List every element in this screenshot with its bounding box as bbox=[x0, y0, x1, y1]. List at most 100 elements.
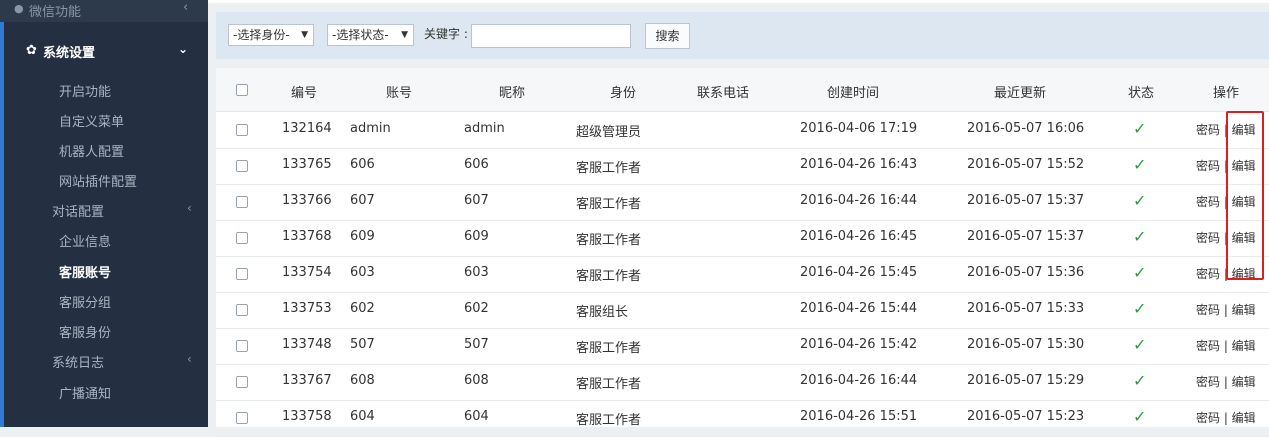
header-created: 创建时间 bbox=[827, 86, 880, 101]
cell-id: 133758 bbox=[282, 409, 332, 424]
sidebar-item-company-info[interactable]: 企业信息 bbox=[59, 231, 208, 257]
status-select[interactable]: -选择状态- ▼ bbox=[327, 24, 414, 46]
cell-identity: 客服工作者 bbox=[576, 233, 642, 248]
cell-updated: 2016-05-07 15:23 bbox=[967, 409, 1085, 424]
keyword-input[interactable] bbox=[471, 24, 631, 48]
header-identity: 身份 bbox=[610, 86, 637, 101]
table-row: 133753 602 602 客服组长 2016-04-26 15:44 2016-05-… bbox=[216, 292, 1269, 329]
cell-account: 507 bbox=[350, 337, 375, 352]
row-actions[interactable]: 密码 | 编辑 bbox=[1196, 373, 1256, 390]
table-row: 132164 admin admin 超级管理员 2016-04-06 17:19 201… bbox=[216, 112, 1269, 149]
cell-created: 2016-04-26 15:45 bbox=[800, 265, 918, 280]
header-account: 账号 bbox=[386, 86, 413, 101]
wechat-icon: ● bbox=[14, 2, 24, 15]
edit-column-highlight bbox=[1226, 111, 1264, 280]
status-check-icon: ✓ bbox=[1133, 335, 1147, 354]
status-check-icon: ✓ bbox=[1133, 263, 1147, 282]
cell-identity: 客服工作者 bbox=[576, 161, 642, 176]
row-checkbox[interactable] bbox=[236, 196, 248, 208]
filter-bar: -选择身份- ▼ -选择状态- ▼ 关键字 : 搜索 bbox=[216, 12, 1269, 59]
sidebar-item-service-identity[interactable]: 客服身份 bbox=[59, 322, 208, 348]
cell-identity: 客服工作者 bbox=[576, 413, 642, 428]
chevron-left-icon: ‹ bbox=[187, 352, 192, 366]
sidebar-item-site-plugin[interactable]: 网站插件配置 bbox=[59, 171, 208, 197]
cell-created: 2016-04-26 16:44 bbox=[800, 193, 918, 208]
cell-created: 2016-04-26 15:51 bbox=[800, 409, 918, 424]
status-check-icon: ✓ bbox=[1133, 155, 1147, 174]
status-check-icon: ✓ bbox=[1133, 407, 1147, 426]
cell-account: 607 bbox=[350, 193, 375, 208]
table-row: 133754 603 603 客服工作者 2016-04-26 15:45 2016-05… bbox=[216, 256, 1269, 293]
cell-created: 2016-04-26 16:45 bbox=[800, 229, 918, 244]
sidebar-item-wechat[interactable]: ● 微信功能 ‹ bbox=[0, 0, 208, 22]
cell-account: 604 bbox=[350, 409, 375, 424]
sidebar-item-system-log[interactable]: 系统日志 ‹ bbox=[52, 352, 208, 378]
table-row: 133765 606 606 客服工作者 2016-04-26 16:43 2016-05… bbox=[216, 148, 1269, 185]
cell-updated: 2016-05-07 15:37 bbox=[967, 193, 1085, 208]
cell-created: 2016-04-06 17:19 bbox=[800, 121, 918, 136]
cell-id: 133753 bbox=[282, 301, 332, 316]
cell-updated: 2016-05-07 15:29 bbox=[967, 373, 1085, 388]
search-button[interactable]: 搜索 bbox=[645, 23, 690, 49]
cell-updated: 2016-05-07 16:06 bbox=[967, 121, 1085, 136]
sidebar-section-label: 系统设置 bbox=[43, 46, 96, 61]
row-checkbox[interactable] bbox=[236, 160, 248, 172]
cell-account: 608 bbox=[350, 373, 375, 388]
cell-updated: 2016-05-07 15:33 bbox=[967, 301, 1085, 316]
gear-icon: ✿ bbox=[26, 43, 37, 58]
row-checkbox[interactable] bbox=[236, 268, 248, 280]
row-checkbox[interactable] bbox=[236, 232, 248, 244]
cell-identity: 客服工作者 bbox=[576, 341, 642, 356]
cell-id: 133765 bbox=[282, 157, 332, 172]
chevron-left-icon: ‹ bbox=[187, 201, 192, 215]
header-updated: 最近更新 bbox=[994, 86, 1047, 101]
cell-account: admin bbox=[350, 121, 391, 136]
cell-updated: 2016-05-07 15:30 bbox=[967, 337, 1085, 352]
top-strip bbox=[208, 0, 1269, 3]
row-checkbox[interactable] bbox=[236, 124, 248, 136]
cell-nickname: 606 bbox=[464, 157, 489, 172]
row-checkbox[interactable] bbox=[236, 376, 248, 388]
header-nickname: 昵称 bbox=[499, 86, 526, 101]
cell-nickname: 607 bbox=[464, 193, 489, 208]
cell-id: 132164 bbox=[282, 121, 332, 136]
identity-select[interactable]: -选择身份- ▼ bbox=[228, 24, 314, 46]
sidebar-item-broadcast[interactable]: 广播通知 bbox=[59, 383, 208, 409]
table-row: 133767 608 608 客服工作者 2016-04-26 16:44 2016-05… bbox=[216, 364, 1269, 401]
row-actions[interactable]: 密码 | 编辑 bbox=[1196, 337, 1256, 354]
status-check-icon: ✓ bbox=[1133, 227, 1147, 246]
row-checkbox[interactable] bbox=[236, 340, 248, 352]
header-phone: 联系电话 bbox=[697, 86, 750, 101]
sidebar-item-enable-features[interactable]: 开启功能 bbox=[59, 81, 208, 107]
cell-identity: 客服工作者 bbox=[576, 269, 642, 284]
sidebar-item-dialog-config[interactable]: 对话配置 ‹ bbox=[52, 201, 208, 227]
header-ops: 操作 bbox=[1213, 86, 1240, 101]
cell-id: 133767 bbox=[282, 373, 332, 388]
sidebar-item-custom-menu[interactable]: 自定义菜单 bbox=[59, 111, 208, 137]
row-checkbox[interactable] bbox=[236, 412, 248, 424]
row-actions[interactable]: 密码 | 编辑 bbox=[1196, 301, 1256, 318]
cell-identity: 客服工作者 bbox=[576, 197, 642, 212]
cell-id: 133768 bbox=[282, 229, 332, 244]
cell-nickname: 608 bbox=[464, 373, 489, 388]
row-actions[interactable]: 密码 | 编辑 bbox=[1196, 409, 1256, 426]
select-all-checkbox[interactable] bbox=[236, 84, 248, 96]
sidebar-item-label: 微信功能 bbox=[29, 5, 82, 20]
sidebar-item-service-account[interactable]: 客服账号 bbox=[59, 262, 208, 288]
cell-id: 133754 bbox=[282, 265, 332, 280]
sidebar-item-robot-config[interactable]: 机器人配置 bbox=[59, 141, 208, 167]
cell-created: 2016-04-26 16:44 bbox=[800, 373, 918, 388]
cell-account: 602 bbox=[350, 301, 375, 316]
sidebar-section-system-settings[interactable]: ✿ 系统设置 ⌄ bbox=[0, 30, 208, 70]
table-row: 133748 507 507 客服工作者 2016-04-26 15:42 2016-05… bbox=[216, 328, 1269, 365]
cell-nickname: 604 bbox=[464, 409, 489, 424]
cell-nickname: 603 bbox=[464, 265, 489, 280]
status-check-icon: ✓ bbox=[1133, 191, 1147, 210]
cell-created: 2016-04-26 15:42 bbox=[800, 337, 918, 352]
chevron-left-icon: ‹ bbox=[183, 0, 189, 15]
cell-id: 133748 bbox=[282, 337, 332, 352]
dropdown-arrow-icon: ▼ bbox=[301, 30, 308, 40]
row-checkbox[interactable] bbox=[236, 304, 248, 316]
sidebar-item-service-group[interactable]: 客服分组 bbox=[59, 292, 208, 318]
account-table: 编号 账号 昵称 身份 联系电话 创建时间 最近更新 状态 操作 132164 a… bbox=[216, 68, 1269, 437]
